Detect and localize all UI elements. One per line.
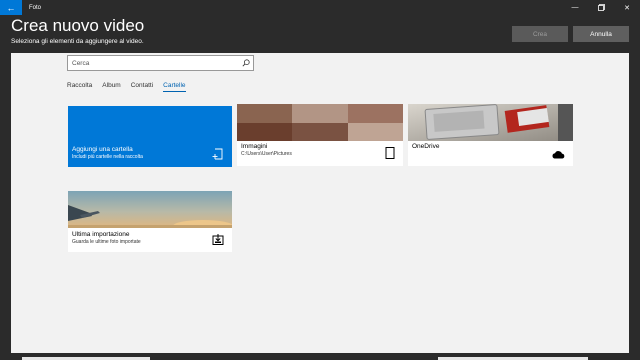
bottom-bar xyxy=(0,353,640,360)
add-folder-tile[interactable]: Aggiungi una cartella Includi più cartel… xyxy=(68,106,232,167)
images-folder-tile[interactable]: Immagini C:\Users\User\Pictures xyxy=(237,104,403,166)
tab-contatti[interactable]: Contatti xyxy=(131,82,153,92)
images-thumbnail xyxy=(237,104,403,141)
images-text: Immagini C:\Users\User\Pictures xyxy=(241,143,292,157)
cancel-button[interactable]: Annulla xyxy=(573,26,629,42)
maximize-button[interactable] xyxy=(588,0,614,15)
last-import-subtitle: Guarda le ultime foto importate xyxy=(72,239,141,245)
content-panel: Raccolta Album Contatti Cartelle Aggiung… xyxy=(11,53,629,353)
onedrive-folder-tile[interactable]: OneDrive xyxy=(408,104,573,166)
arrow-left-icon: ← xyxy=(6,2,16,13)
last-import-thumbnail xyxy=(68,191,232,228)
images-path: C:\Users\User\Pictures xyxy=(241,151,292,157)
search-icon[interactable] xyxy=(239,56,253,70)
last-import-tile[interactable]: Ultima importazione Guarda le ultime fot… xyxy=(68,191,232,252)
onedrive-title: OneDrive xyxy=(412,143,440,150)
add-folder-text: Aggiungi una cartella Includi più cartel… xyxy=(72,146,143,160)
add-folder-subtitle: Includi più cartelle nella raccolta xyxy=(72,154,143,160)
add-folder-icon xyxy=(212,148,223,160)
window-controls: — ✕ xyxy=(562,0,640,15)
create-button[interactable]: Crea xyxy=(512,26,568,42)
tab-bar: Raccolta Album Contatti Cartelle xyxy=(67,82,196,92)
header: Crea nuovo video Seleziona gli elementi … xyxy=(0,15,640,53)
add-folder-title: Aggiungi una cartella xyxy=(72,146,133,153)
close-button[interactable]: ✕ xyxy=(614,0,640,15)
search-box xyxy=(67,55,254,71)
import-icon xyxy=(212,234,224,245)
close-icon: ✕ xyxy=(624,4,630,12)
last-import-title: Ultima importazione xyxy=(72,231,130,238)
tablet-icon xyxy=(385,147,395,159)
app-title: Foto xyxy=(29,4,42,11)
page-title: Crea nuovo video xyxy=(11,16,145,35)
back-button[interactable]: ← xyxy=(0,0,22,15)
title-bar: ← Foto — ✕ xyxy=(0,0,640,15)
onedrive-text: OneDrive xyxy=(412,143,439,150)
page-subtitle: Seleziona gli elementi da aggiungere al … xyxy=(11,38,144,45)
tab-raccolta[interactable]: Raccolta xyxy=(67,82,92,92)
cloud-icon xyxy=(552,151,565,159)
restore-icon xyxy=(597,4,605,11)
tab-cartelle[interactable]: Cartelle xyxy=(163,82,186,92)
minimize-icon: — xyxy=(571,4,579,11)
minimize-button[interactable]: — xyxy=(562,0,588,15)
search-input[interactable] xyxy=(68,56,239,70)
tab-album[interactable]: Album xyxy=(102,82,120,92)
last-import-text: Ultima importazione Guarda le ultime fot… xyxy=(72,231,141,245)
images-title: Immagini xyxy=(241,143,268,150)
onedrive-thumbnail xyxy=(408,104,573,141)
